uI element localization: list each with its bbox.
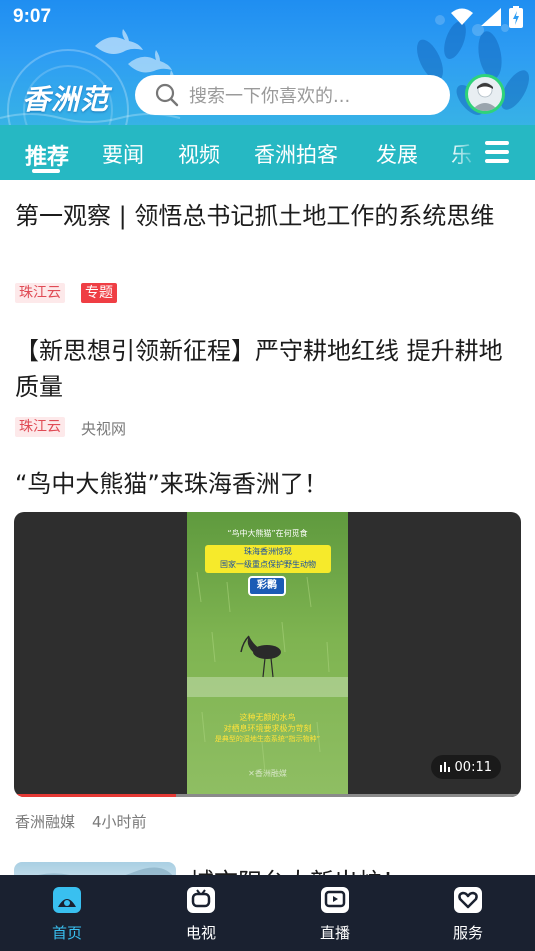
channel-tabs: 推荐 要闻 视频 香洲拍客 发展 乐 [0, 125, 535, 180]
overlay-banner-line2: 国家一级重点保护野生动物 [220, 560, 316, 569]
tab-xiangzhou-paike[interactable]: 香洲拍客 [254, 139, 338, 169]
tab-video[interactable]: 视频 [178, 139, 220, 169]
tab-development[interactable]: 发展 [376, 139, 418, 169]
search-placeholder: 搜索一下你喜欢的... [189, 86, 351, 107]
home-icon [53, 887, 81, 913]
overlay-caption-line2: 对栖息环境要求极为苛刻 [223, 724, 312, 733]
search-icon [155, 83, 179, 107]
news-feed: 第一观察 | 领悟总书记抓土地工作的系统思维 珠江云 专题 【新思想引领新征程】… [0, 180, 535, 875]
live-play-icon [321, 887, 349, 913]
status-icons [451, 6, 523, 28]
active-tab-indicator [32, 169, 60, 173]
avatar-person-icon [471, 82, 499, 111]
menu-line [485, 141, 509, 145]
overlay-species-label: 彩鹮 [248, 576, 286, 596]
overlay-watermark: ✕香洲融媒 [248, 769, 287, 778]
news-title[interactable]: 第一观察 | 领悟总书记抓土地工作的系统思维 [15, 198, 520, 234]
news-source: 央视网 [81, 420, 127, 438]
tv-icon [187, 887, 215, 913]
app-header: 9:07 香洲范 搜索一下你喜欢的... [0, 0, 535, 125]
overlay-banner-line1: 珠海香洲惊现 [244, 547, 292, 556]
nav-label: 电视 [185, 924, 216, 942]
overlay-caption-line3: 是典型的湿地生态系统“指示物种” [214, 735, 321, 743]
app-logo[interactable]: 香洲范 [22, 78, 109, 118]
user-avatar[interactable] [465, 74, 505, 114]
menu-line [485, 150, 509, 154]
nav-label: 首页 [51, 924, 82, 942]
nav-label: 直播 [319, 924, 350, 942]
nav-live[interactable]: 直播 [268, 875, 402, 951]
overlay-heading: “鸟中大熊猫”在何觅食 [227, 529, 308, 538]
tab-headlines[interactable]: 要闻 [102, 139, 144, 169]
battery-charging-icon [509, 6, 523, 28]
channel-menu-button[interactable] [485, 141, 509, 163]
status-time: 9:07 [13, 6, 52, 27]
service-heart-icon [454, 887, 482, 913]
video-frame: “鸟中大熊猫”在何觅食 珠海香洲惊现 国家一级重点保护野生动物 彩鹮 这种无颜的… [187, 512, 348, 797]
search-bar[interactable]: 搜索一下你喜欢的... [135, 75, 450, 115]
video-duration: 00:11 [454, 759, 492, 775]
nav-home[interactable]: 首页 [0, 875, 134, 951]
overlay-caption: 这种无颜的水鸟 对栖息环境要求极为苛刻 是典型的湿地生态系统“指示物种” [187, 712, 348, 745]
source-tag: 珠江云 [15, 283, 65, 303]
nav-tv[interactable]: 电视 [134, 875, 268, 951]
cellular-signal-icon [481, 8, 501, 26]
source-tag: 珠江云 [15, 417, 65, 437]
audio-bars-icon [439, 762, 450, 772]
news-title[interactable]: 【新思想引领新征程】严守耕地红线 提升耕地质量 [15, 333, 520, 405]
menu-line [485, 159, 509, 163]
wifi-icon [451, 8, 473, 25]
news-title[interactable]: 城市阳台大新出炉！ [190, 862, 406, 875]
thumbnail-landscape-graphic [38, 867, 173, 875]
video-title[interactable]: “鸟中大熊猫”来珠海香洲了！ [15, 466, 520, 502]
topic-tag: 专题 [81, 283, 117, 303]
overlay-banner: 珠海香洲惊现 国家一级重点保护野生动物 [205, 545, 331, 573]
video-progress-fill [14, 794, 177, 797]
publish-time: 4小时前 [92, 813, 147, 831]
nav-label: 服务 [452, 924, 483, 942]
overlay-caption-line1: 这种无颜的水鸟 [239, 713, 296, 722]
bottom-navigation: 首页 电视 直播 服务 [0, 875, 535, 951]
news-source: 香洲融媒 [15, 813, 76, 831]
nav-service[interactable]: 服务 [401, 875, 535, 951]
video-player[interactable]: “鸟中大熊猫”在何觅食 珠海香洲惊现 国家一级重点保护野生动物 彩鹮 这种无颜的… [14, 512, 521, 797]
status-bar: 9:07 [0, 0, 535, 36]
news-thumbnail[interactable] [14, 862, 176, 875]
video-duration-badge: 00:11 [430, 755, 501, 779]
tab-recommend[interactable]: 推荐 [25, 139, 69, 171]
